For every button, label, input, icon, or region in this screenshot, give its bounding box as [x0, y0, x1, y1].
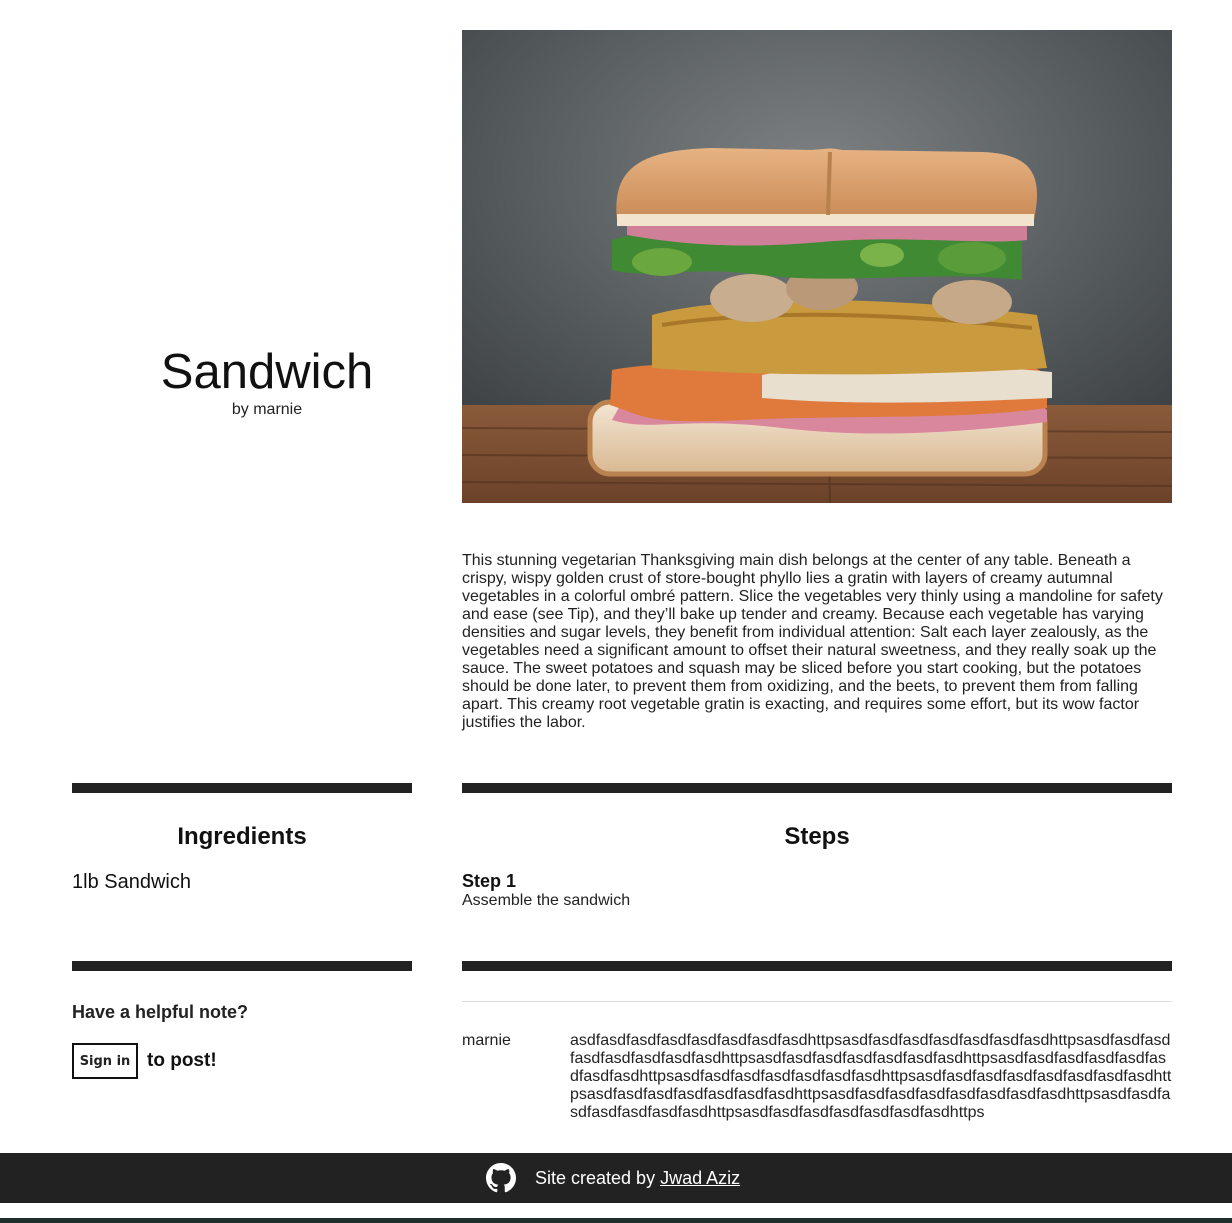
site-footer: Site created by Jwad Aziz: [0, 1153, 1232, 1203]
note-author: marnie: [462, 1032, 511, 1049]
recipe-image: [462, 30, 1172, 503]
sign-in-button[interactable]: Sign in: [72, 1043, 138, 1079]
steps-heading: Steps: [784, 823, 850, 850]
ingredient-item: 1lb Sandwich: [72, 871, 191, 893]
step-title: Step 1: [462, 871, 517, 891]
notes-left-divider: [72, 961, 412, 971]
steps-divider: [462, 783, 1172, 793]
step-text: Assemble the sandwich: [462, 892, 631, 909]
bottom-band: [0, 1218, 1232, 1223]
recipe-title: Sandwich: [160, 345, 374, 399]
recipe-byline: by marnie: [231, 401, 303, 418]
ingredients-heading: Ingredients: [177, 823, 307, 850]
recipe-description: This stunning vegetarian Thanksgiving ma…: [462, 552, 1163, 731]
notes-right-divider: [462, 961, 1172, 971]
note-text: asdfasdfasdfasdfasdfasdfasdfasdhttpsasdf…: [570, 1032, 1172, 1121]
github-icon[interactable]: [486, 1163, 516, 1193]
author-link[interactable]: Jwad Aziz: [660, 1168, 740, 1188]
footer-prefix: Site created by: [535, 1167, 661, 1188]
recipe-header: Sandwich by marnie: [72, 340, 462, 420]
to-post-text: to post!: [147, 1050, 217, 1071]
ingredients-divider: [72, 783, 412, 793]
note-prompt: Have a helpful note?: [72, 1002, 249, 1022]
notes-rule: [462, 1001, 1172, 1002]
footer-credit: Site created by Jwad Aziz: [535, 1168, 740, 1189]
